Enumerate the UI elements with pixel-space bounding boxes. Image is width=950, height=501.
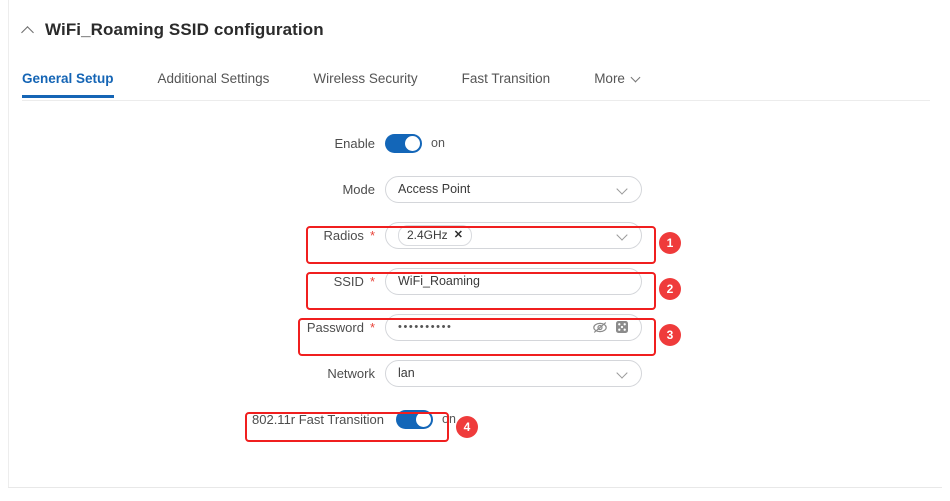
chevron-up-icon xyxy=(22,24,35,37)
form-row-network: Network lan xyxy=(0,350,950,396)
mode-control: Access Point xyxy=(385,175,642,203)
required-indicator: * xyxy=(369,273,375,289)
toggle-knob xyxy=(416,411,431,427)
mode-selected-value: Access Point xyxy=(398,182,471,196)
enable-control: on xyxy=(385,133,642,153)
network-selected-value: lan xyxy=(398,366,415,380)
fast-transition-state-label: on xyxy=(442,412,456,426)
password-input[interactable]: •••••••••• xyxy=(385,313,642,341)
toggle-knob xyxy=(405,135,420,151)
annotation-badge-1: 1 xyxy=(659,232,681,254)
chevron-down-icon xyxy=(618,184,629,195)
page-title: WiFi_Roaming SSID configuration xyxy=(45,20,324,39)
required-indicator: * xyxy=(369,319,375,335)
tab-label: General Setup xyxy=(22,71,114,86)
form-row-radios: Radios * 2.4GHz ✕ xyxy=(0,212,950,258)
radios-multiselect[interactable]: 2.4GHz ✕ xyxy=(385,221,642,249)
tab-more[interactable]: More xyxy=(594,66,641,97)
general-setup-form: Enable on Mode Access Point Radios * 2.4… xyxy=(0,120,950,442)
chevron-down-icon xyxy=(618,368,629,379)
fast-transition-toggle[interactable] xyxy=(396,409,433,429)
mode-select[interactable]: Access Point xyxy=(385,175,642,203)
dice-icon[interactable] xyxy=(615,320,629,334)
network-control: lan xyxy=(385,359,642,387)
form-row-mode: Mode Access Point xyxy=(0,166,950,212)
radios-tag: 2.4GHz ✕ xyxy=(398,224,472,246)
fast-transition-control: 802.11r Fast Transition on xyxy=(252,409,456,429)
close-icon[interactable]: ✕ xyxy=(454,229,463,241)
tab-general-setup[interactable]: General Setup xyxy=(22,66,114,98)
form-row-password: Password * •••••••••• xyxy=(0,304,950,350)
form-row-ssid: SSID * WiFi_Roaming xyxy=(0,258,950,304)
tab-label: Wireless Security xyxy=(313,71,418,86)
ssid-configuration-panel: WiFi_Roaming SSID configuration General … xyxy=(0,0,950,501)
enable-label: Enable xyxy=(334,135,375,151)
form-row-enable: Enable on xyxy=(0,120,950,166)
mode-label: Mode xyxy=(342,181,375,197)
ssid-label: SSID * xyxy=(333,273,375,289)
ssid-control: WiFi_Roaming xyxy=(385,267,642,295)
panel-header-collapse-toggle[interactable]: WiFi_Roaming SSID configuration xyxy=(22,20,324,40)
required-indicator: * xyxy=(369,227,375,243)
chevron-down-icon xyxy=(618,230,629,241)
tab-label: More xyxy=(594,71,625,86)
enable-state-label: on xyxy=(431,136,445,150)
tab-bar: General Setup Additional Settings Wirele… xyxy=(22,66,930,101)
ssid-input[interactable]: WiFi_Roaming xyxy=(385,267,642,295)
tab-fast-transition[interactable]: Fast Transition xyxy=(462,66,551,97)
ssid-input-value: WiFi_Roaming xyxy=(398,274,480,288)
tab-wireless-security[interactable]: Wireless Security xyxy=(313,66,417,97)
tab-label: Fast Transition xyxy=(461,71,551,86)
chevron-down-icon xyxy=(632,74,641,83)
tab-additional-settings[interactable]: Additional Settings xyxy=(158,66,270,97)
annotation-badge-3: 3 xyxy=(659,324,681,346)
password-control: •••••••••• xyxy=(385,313,642,341)
password-input-value: •••••••••• xyxy=(398,321,453,333)
card-bottom-border xyxy=(8,487,942,488)
radios-control: 2.4GHz ✕ xyxy=(385,221,642,249)
annotation-badge-4: 4 xyxy=(456,416,478,438)
radios-tag-label: 2.4GHz xyxy=(407,228,448,242)
network-select[interactable]: lan xyxy=(385,359,642,387)
tab-label: Additional Settings xyxy=(157,71,270,86)
password-label: Password * xyxy=(306,319,375,335)
annotation-badge-2: 2 xyxy=(659,278,681,300)
enable-toggle[interactable] xyxy=(385,133,422,153)
fast-transition-label: 802.11r Fast Transition xyxy=(252,411,384,427)
radios-label: Radios * xyxy=(323,227,375,243)
network-label: Network xyxy=(327,365,375,381)
eye-slash-icon[interactable] xyxy=(592,321,608,334)
